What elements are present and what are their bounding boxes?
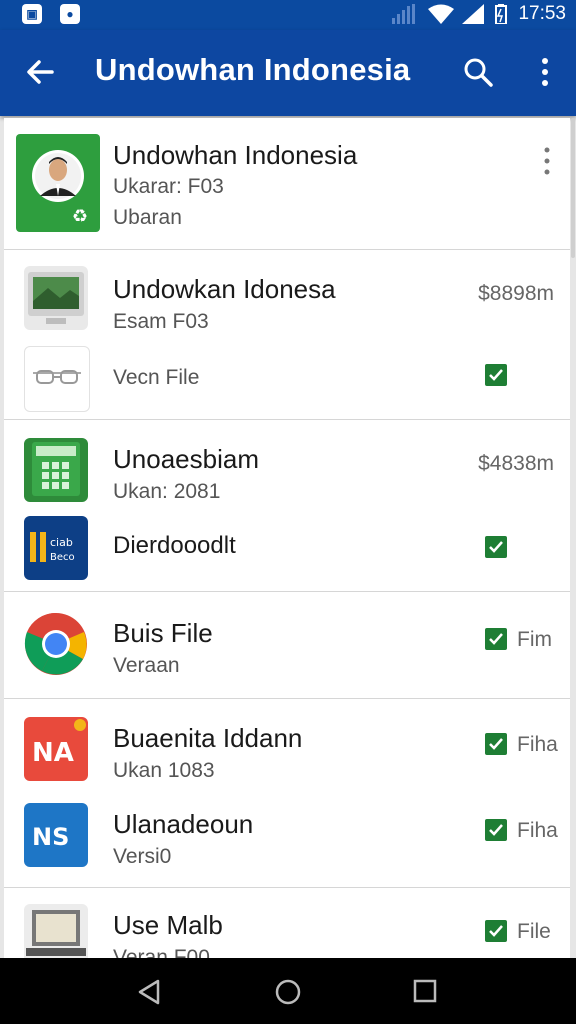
sub-item[interactable]: NS Ulanadeoun Versi0 Fiha (4, 803, 570, 883)
ns-app-icon: NS (24, 803, 88, 867)
svg-text:NA: NA (32, 738, 74, 768)
list-item[interactable]: Use Malb Veran F00 File (4, 888, 570, 960)
wifi-icon (428, 4, 455, 24)
item-subtitle: Ukan: 2081 (113, 480, 221, 503)
list-item[interactable]: Unoaesbiam Ukan: 2081 $4838m ciab Beco Di… (4, 420, 570, 592)
nav-back-icon[interactable] (136, 978, 162, 1006)
sub-item[interactable]: Vecn File (4, 346, 570, 416)
sub-item-title: Ulanadeoun (113, 809, 254, 839)
image-notification-icon: ▣ (22, 4, 42, 24)
item-title: Use Malb (113, 910, 223, 940)
page-title: Undowhan Indonesia (95, 52, 411, 87)
svg-text:♻: ♻ (72, 206, 88, 227)
checkbox[interactable] (485, 733, 507, 755)
chrome-icon (24, 612, 88, 676)
checkbox[interactable] (485, 536, 507, 558)
overflow-menu-icon[interactable] (534, 56, 556, 88)
navigation-bar (0, 958, 576, 1024)
checkbox[interactable] (485, 819, 507, 841)
status-bar: ▣ ● 17:53 (0, 0, 576, 30)
app-list: ♻ Undowhan Indonesia Ukarar: F03 Ubaran … (4, 118, 570, 960)
checkbox[interactable] (485, 628, 507, 650)
calculator-app-icon (24, 438, 88, 502)
back-arrow-icon[interactable] (22, 54, 58, 90)
svg-text:NS: NS (32, 823, 69, 851)
item-title: Undowhan Indonesia (113, 140, 358, 170)
sub-item-label: Vecn File (113, 366, 200, 389)
item-price: $8898m (478, 282, 554, 305)
list-item[interactable]: ♻ Undowhan Indonesia Ukarar: F03 Ubaran (4, 118, 570, 250)
scrollbar[interactable] (571, 118, 575, 258)
item-overflow-icon[interactable] (542, 146, 552, 176)
signal-bars-icon (392, 4, 416, 24)
monitor-app-icon (24, 266, 88, 330)
svg-text:Beco: Beco (50, 552, 75, 563)
sub-item-file-label: Fiha (517, 819, 558, 842)
sub-item[interactable]: ciab Beco Dierdooodlt (4, 516, 570, 588)
file-notification-icon: ● (60, 4, 80, 24)
item-subtitle: Ukan 1083 (113, 759, 215, 782)
checkbox[interactable] (485, 364, 507, 386)
sub-item-label: Dierdooodlt (113, 532, 236, 559)
battery-icon (495, 4, 508, 24)
checkbox[interactable] (485, 920, 507, 942)
list-item[interactable]: NA Buaenita Iddann Ukan 1083 Fiha NS Ula… (4, 699, 570, 888)
cam-app-icon: ciab Beco (24, 516, 88, 580)
item-file-label: File (517, 920, 551, 943)
glasses-app-icon (24, 346, 90, 412)
list-item[interactable]: Undowkan Idonesa Esam F03 $8898m Vecn Fi… (4, 250, 570, 420)
list-item[interactable]: Buis File Veraan Fim (4, 592, 570, 699)
item-price: $4838m (478, 452, 554, 475)
ma-app-icon: NA (24, 717, 88, 781)
item-subtitle: Veraan (113, 654, 180, 677)
item-file-label: Fiha (517, 733, 558, 756)
profile-app-icon: ♻ (16, 134, 100, 232)
item-subtitle: Ukarar: F03 (113, 175, 224, 198)
item-title: Buis File (113, 618, 213, 648)
svg-text:ciab: ciab (50, 536, 73, 549)
laptop-app-icon (24, 904, 88, 960)
search-icon[interactable] (462, 56, 494, 88)
item-file-label: Fim (517, 628, 552, 651)
app-bar: Undowhan Indonesia (0, 30, 576, 116)
status-time: 17:53 (518, 3, 566, 24)
item-subtitle: Esam F03 (113, 310, 209, 333)
item-title: Buaenita Iddann (113, 723, 303, 753)
item-extra: Ubaran (113, 206, 182, 229)
sub-item-subtitle: Versi0 (113, 845, 172, 868)
nav-home-icon[interactable] (274, 978, 302, 1006)
cell-signal-icon (462, 4, 485, 24)
item-title: Unoaesbiam (113, 444, 259, 474)
nav-recents-icon[interactable] (412, 978, 438, 1004)
item-title: Undowkan Idonesa (113, 274, 336, 304)
